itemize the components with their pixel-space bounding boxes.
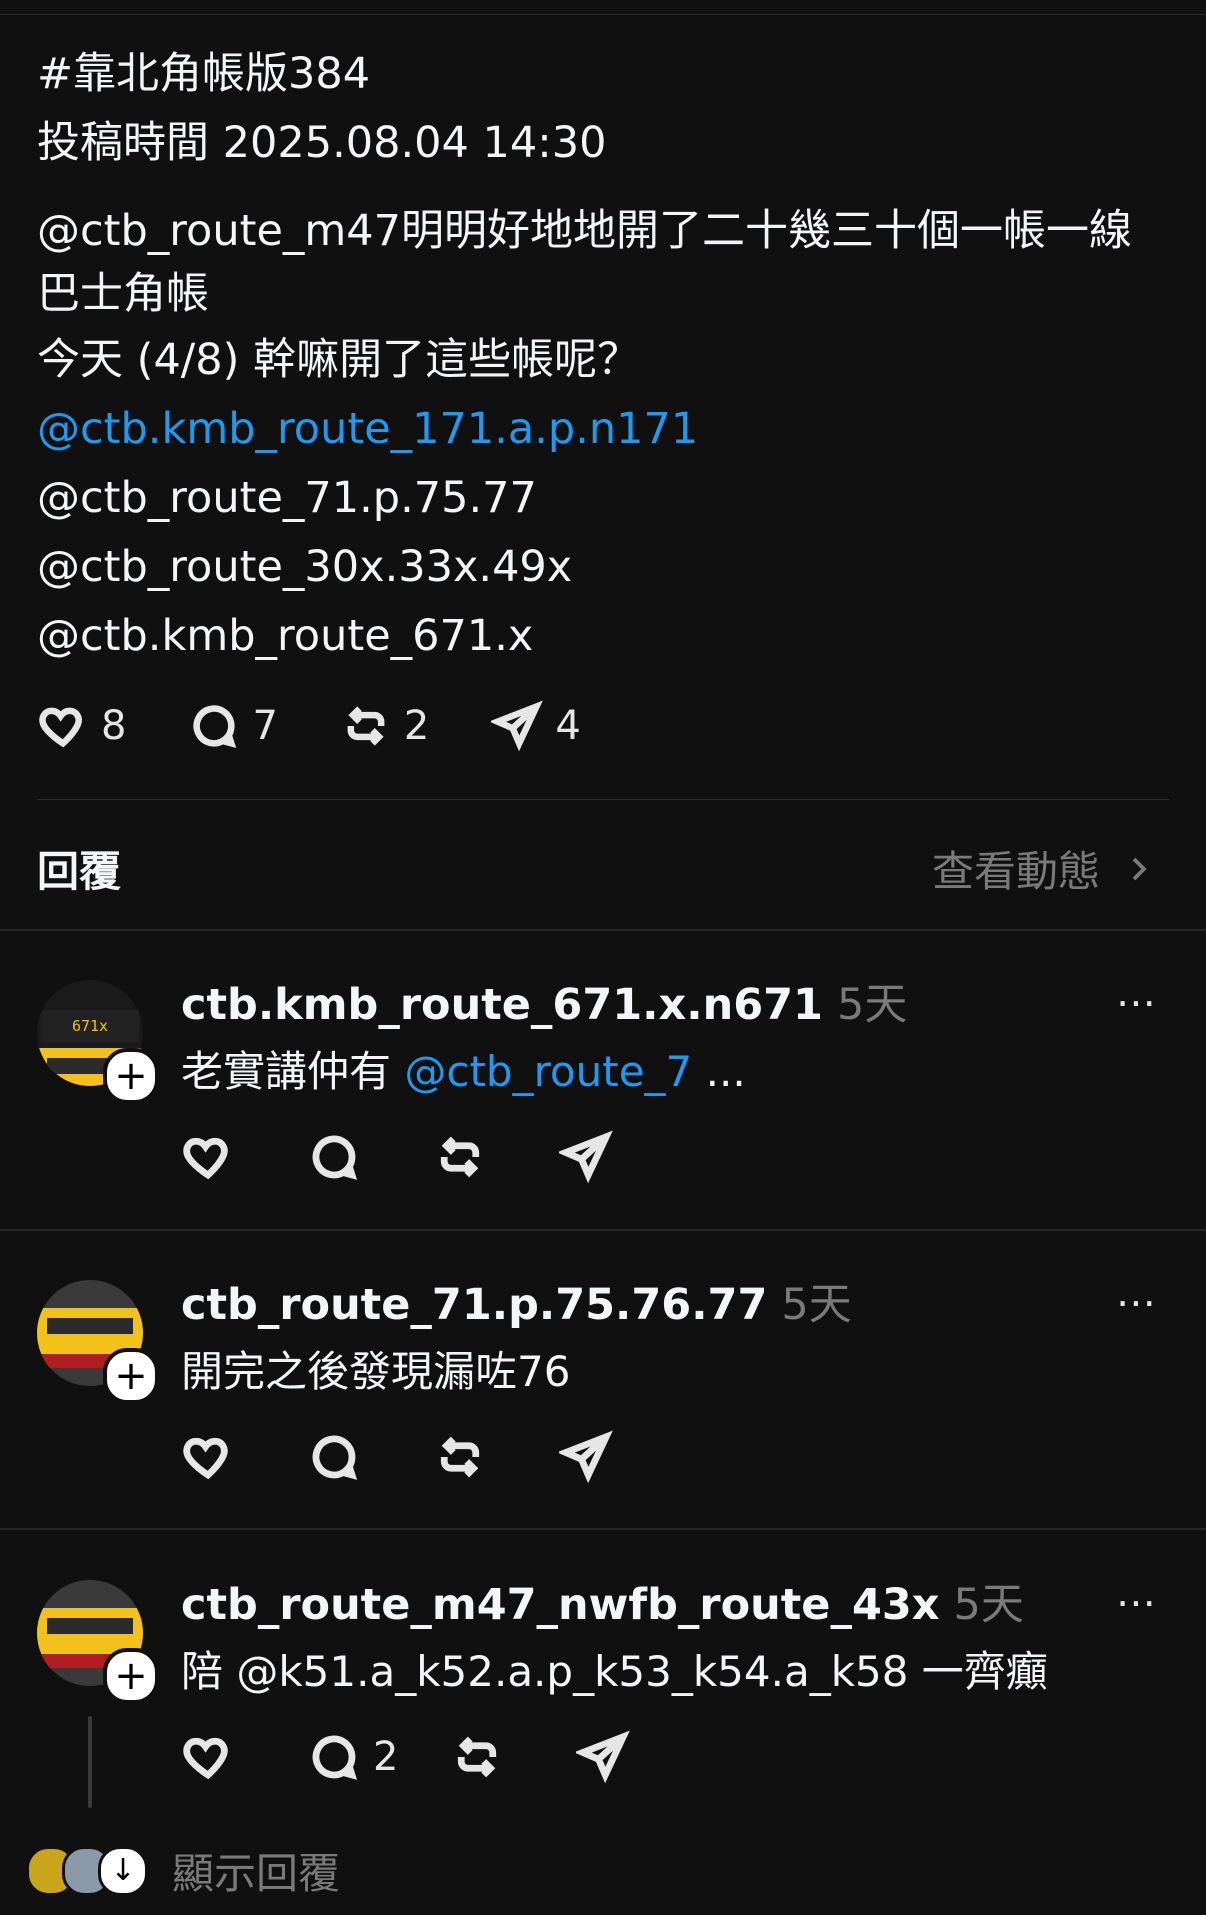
comment-button[interactable] (307, 1130, 361, 1184)
comment-count: 7 (252, 703, 278, 749)
thread-line (88, 1716, 92, 1808)
repost-icon (440, 1436, 480, 1478)
arrow-down-icon: ↓ (98, 1845, 148, 1896)
more-options-icon[interactable]: ⋯ (1116, 1280, 1158, 1326)
heart-icon (183, 1437, 228, 1480)
reply-time: 5天 (781, 1280, 852, 1330)
heart-icon (39, 707, 82, 748)
repost-icon (440, 1136, 480, 1178)
top-divider (0, 0, 1206, 15)
like-button[interactable] (181, 1130, 235, 1184)
comment-button[interactable]: 2 (307, 1730, 398, 1784)
comment-icon (312, 1435, 358, 1480)
reply-time: 5天 (836, 980, 908, 1030)
reply-actions: 2 (181, 1730, 702, 1784)
repost-icon (458, 1736, 497, 1778)
show-replies-label: 顯示回覆 (172, 1849, 341, 1898)
repost-icon (347, 706, 385, 746)
send-icon (559, 1130, 613, 1184)
avatar-bus-sign: 671x (41, 1010, 139, 1042)
share-count: 4 (555, 703, 581, 749)
like-button[interactable] (181, 1430, 235, 1484)
section-divider (0, 1528, 1206, 1530)
comment-count: 2 (373, 1734, 399, 1780)
reply-item[interactable]: + ctb_route_71.p.75.76.77 5天 ⋯ 開完之後發現漏咗76 (0, 1280, 1206, 1570)
comment-icon (193, 705, 237, 749)
like-button[interactable]: 8 (37, 700, 126, 752)
reply-actions (181, 1430, 685, 1484)
post-actions: 8 7 2 4 (37, 700, 643, 752)
like-count: 8 (101, 703, 127, 749)
reply-text: 陪 @k51.a_k52.a.p_k53_k54.a_k58 一齊癲 (181, 1647, 1048, 1696)
mention-link[interactable]: @ctb_route_7 (404, 1047, 692, 1096)
repost-count: 2 (403, 703, 430, 749)
comment-icon (312, 1135, 358, 1180)
post-body: #靠北角帳版384 投稿時間 2025.08.04 14:30 @ctb_rou… (37, 40, 1167, 671)
reply-text: 老實講仲有 @ctb_route_7 ... (181, 1047, 746, 1096)
reply-username[interactable]: ctb.kmb_route_671.x.n671 5天 (181, 970, 907, 1032)
send-icon (491, 700, 544, 752)
heart-icon (183, 1137, 228, 1180)
chevron-right-icon (1132, 857, 1147, 880)
post-text-line: 今天 (4/8) 幹嘛開了這些帳呢？ (37, 335, 641, 385)
section-divider (0, 1229, 1206, 1231)
follow-plus-icon[interactable]: + (103, 1348, 159, 1404)
view-activity-link[interactable]: 查看動態 (932, 838, 1154, 899)
reply-time: 5天 (953, 1580, 1024, 1630)
send-icon (559, 1430, 613, 1484)
reply-item[interactable]: + ctb_route_m47_nwfb_route_43x 5天 ⋯ 陪 @k5… (0, 1580, 1206, 1870)
like-button[interactable] (181, 1730, 235, 1784)
more-options-icon[interactable]: ⋯ (1116, 1580, 1158, 1626)
more-options-icon[interactable]: ⋯ (1116, 980, 1158, 1026)
view-activity-label: 查看動態 (931, 847, 1100, 896)
mention-text[interactable]: @ctb_route_71.p.75.77 (37, 464, 1167, 533)
reply-actions (181, 1130, 685, 1184)
mention-link[interactable]: @ctb.kmb_route_171.a.p.n171 (37, 395, 1167, 464)
comment-button[interactable]: 7 (188, 700, 278, 752)
replies-heading: 回覆 (37, 847, 122, 896)
reply-text: 開完之後發現漏咗76 (181, 1347, 571, 1396)
repost-button[interactable] (433, 1430, 487, 1484)
reply-username[interactable]: ctb_route_71.p.75.76.77 5天 (181, 1270, 852, 1332)
repost-button[interactable] (433, 1130, 487, 1184)
post-hashtag[interactable]: #靠北角帳版384 (37, 40, 1167, 109)
mention-text[interactable]: @ctb_route_30x.33x.49x (37, 533, 1167, 602)
show-replies-button[interactable]: ↓ 顯示回覆 (26, 1840, 340, 1901)
share-button[interactable] (559, 1130, 613, 1184)
follow-plus-icon[interactable]: + (103, 1048, 159, 1104)
share-button[interactable] (559, 1430, 613, 1484)
comment-icon (312, 1735, 358, 1780)
reply-item[interactable]: 671x + ctb.kmb_route_671.x.n671 5天 ⋯ 老實講仲… (0, 980, 1206, 1270)
follow-plus-icon[interactable]: + (103, 1648, 159, 1704)
share-button[interactable] (576, 1730, 631, 1784)
send-icon (576, 1730, 631, 1784)
post-text-line: @ctb_route_m47明明好地地開了二十幾三十個一帳一線巴士角帳 (37, 206, 1133, 319)
repost-button[interactable]: 2 (340, 700, 429, 752)
post-timestamp: 投稿時間 2025.08.04 14:30 (37, 118, 607, 168)
share-button[interactable]: 4 (491, 700, 581, 752)
comment-button[interactable] (307, 1430, 361, 1484)
repost-button[interactable] (450, 1730, 504, 1784)
reply-username[interactable]: ctb_route_m47_nwfb_route_43x 5天 (181, 1570, 1024, 1632)
mention-text[interactable]: @ctb.kmb_route_671.x (37, 602, 1167, 671)
divider (37, 799, 1169, 800)
heart-icon (183, 1737, 228, 1780)
section-divider (0, 929, 1206, 931)
